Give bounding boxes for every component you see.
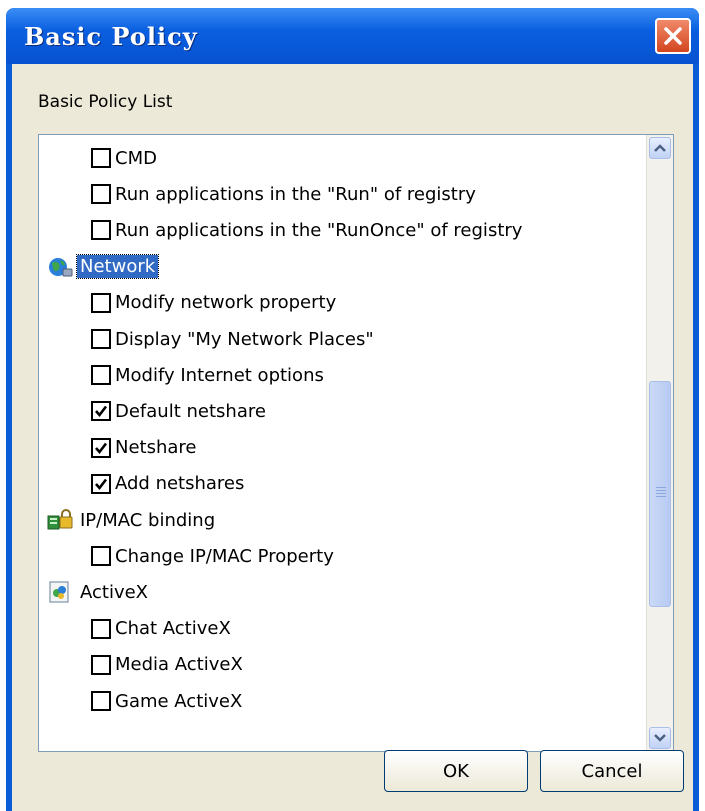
- policy-item[interactable]: Run applications in the "Run" of registr…: [91, 177, 476, 211]
- close-button[interactable]: [655, 18, 691, 54]
- activex-icon: [47, 580, 73, 604]
- checkbox[interactable]: [91, 292, 111, 313]
- category-label: ActiveX: [80, 581, 149, 603]
- policy-item[interactable]: Game ActiveX: [91, 684, 242, 718]
- checkbox[interactable]: [91, 546, 111, 567]
- policy-tree-list[interactable]: CMD Run applications in the "Run" of regi…: [38, 134, 674, 752]
- chevron-down-icon: [654, 734, 666, 742]
- ip-mac-binding-icon: [47, 508, 73, 532]
- policy-item-label: Chat ActiveX: [115, 618, 231, 640]
- policy-item-label: Game ActiveX: [115, 690, 243, 712]
- scroll-up-button[interactable]: [649, 137, 671, 159]
- policy-item[interactable]: Modify network property: [91, 286, 336, 320]
- checkbox[interactable]: [91, 618, 111, 639]
- policy-item-label: Media ActiveX: [115, 654, 243, 676]
- policy-item-label: Run applications in the "Run" of registr…: [115, 183, 476, 205]
- checkbox[interactable]: [91, 329, 111, 349]
- dialog-window: Basic Policy Basic Policy List CMD Run ap…: [6, 8, 699, 811]
- policy-item[interactable]: Display "My Network Places": [91, 322, 374, 356]
- policy-item-label: Modify Internet options: [115, 364, 324, 386]
- tree-category-activex[interactable]: ActiveX: [47, 575, 151, 609]
- policy-item-label: Add netshares: [115, 473, 245, 495]
- checkbox-checked[interactable]: [91, 401, 111, 422]
- policy-item-label: Run applications in the "RunOnce" of reg…: [115, 219, 523, 241]
- policy-item-label: Change IP/MAC Property: [115, 545, 334, 567]
- policy-item-label: Display "My Network Places": [115, 328, 374, 350]
- close-icon: [664, 27, 682, 45]
- policy-item[interactable]: Media ActiveX: [91, 648, 243, 682]
- policy-item-label: Netshare: [115, 437, 197, 459]
- title-bar[interactable]: Basic Policy: [6, 8, 699, 64]
- checkbox[interactable]: [91, 220, 111, 241]
- policy-item[interactable]: Chat ActiveX: [91, 612, 231, 646]
- policy-item-label: CMD: [115, 147, 157, 169]
- checkbox[interactable]: [91, 691, 111, 711]
- checkbox[interactable]: [91, 365, 111, 386]
- policy-item[interactable]: Add netshares: [91, 467, 244, 501]
- checkbox[interactable]: [91, 148, 111, 168]
- policy-item[interactable]: Run applications in the "RunOnce" of reg…: [91, 213, 522, 247]
- chevron-up-icon: [654, 144, 666, 152]
- checkbox[interactable]: [91, 654, 111, 675]
- policy-item-label: Default netshare: [115, 400, 266, 422]
- policy-list-label: Basic Policy List: [38, 92, 173, 112]
- checkbox-checked[interactable]: [91, 473, 111, 494]
- tree-category-network[interactable]: Network: [47, 250, 160, 284]
- checkbox-checked[interactable]: [91, 437, 111, 458]
- thumb-grip: [656, 487, 666, 488]
- scroll-down-button[interactable]: [649, 727, 671, 749]
- ok-button[interactable]: OK: [384, 750, 528, 792]
- policy-item-label: Modify network property: [115, 292, 337, 314]
- network-globe-icon: [47, 255, 73, 279]
- policy-item[interactable]: Change IP/MAC Property: [91, 539, 334, 573]
- policy-item[interactable]: CMD: [91, 141, 157, 175]
- policy-item[interactable]: Modify Internet options: [91, 358, 324, 392]
- vertical-scrollbar[interactable]: [646, 135, 673, 751]
- cancel-button[interactable]: Cancel: [540, 750, 684, 792]
- policy-item[interactable]: Default netshare: [91, 394, 266, 428]
- category-label: IP/MAC binding: [80, 509, 216, 531]
- checkbox[interactable]: [91, 184, 111, 205]
- policy-item[interactable]: Netshare: [91, 431, 197, 465]
- window-title: Basic Policy: [24, 22, 198, 51]
- scrollbar-thumb[interactable]: [649, 381, 671, 607]
- tree-category-ip-mac-binding[interactable]: IP/MAC binding: [47, 503, 218, 537]
- category-label: Network: [75, 254, 160, 280]
- dialog-body: Basic Policy List CMD Run applications in…: [12, 64, 693, 811]
